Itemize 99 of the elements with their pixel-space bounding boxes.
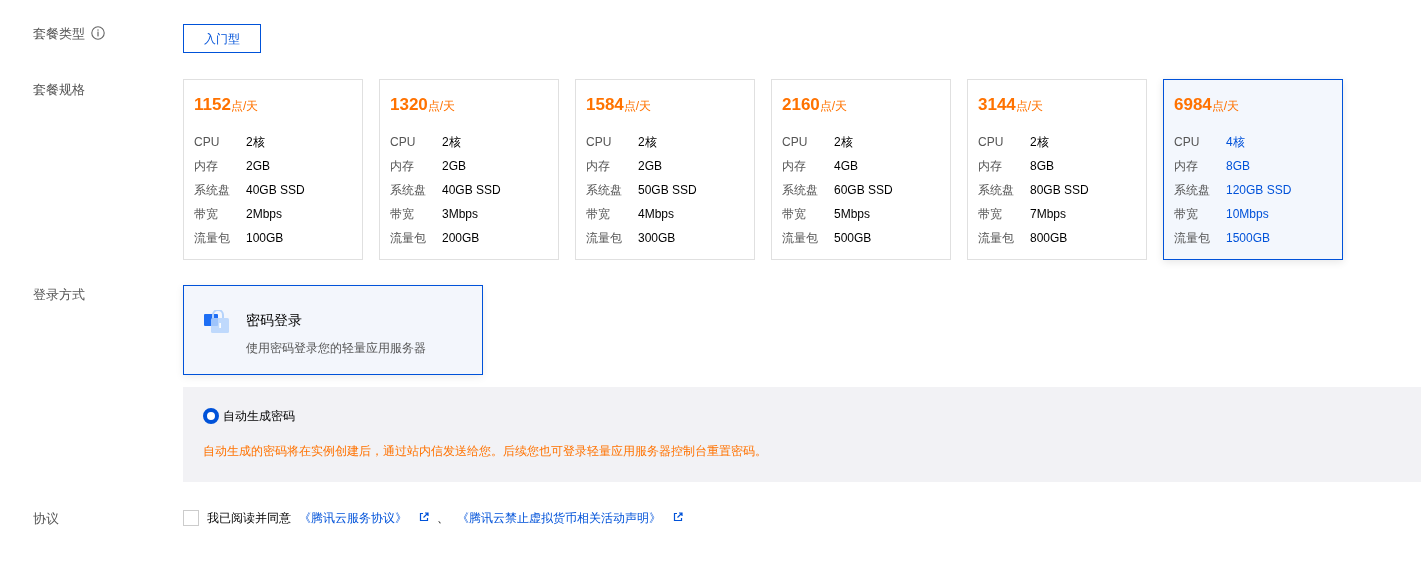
plan-card[interactable]: 2160点/天 CPU 2核 内存 4GB 系统盘 60GB SSD 带宽 5Mbps 流量包 500GB (771, 79, 951, 260)
spec-value: 50GB SSD (638, 182, 697, 199)
spec-value: 40GB SSD (246, 182, 305, 199)
spec-value: 40GB SSD (442, 182, 501, 199)
spec-name: 系统盘 (586, 182, 623, 199)
spec-name: 内存 (1174, 158, 1199, 175)
spec-name: CPU (194, 134, 221, 151)
field-label: 协议 (33, 510, 59, 528)
spec-name: 内存 (390, 158, 415, 175)
spec-value: 100GB (246, 230, 284, 247)
external-link-icon[interactable] (419, 512, 429, 522)
spec-name: 内存 (782, 158, 807, 175)
spec-name: 系统盘 (978, 182, 1015, 199)
spec-name: 流量包 (978, 230, 1015, 247)
password-hint: 自动生成的密码将在实例创建后，通过站内信发送给您。后续您也可登录轻量应用服务器控制台重置密码。 (203, 443, 768, 460)
radio-button[interactable] (203, 408, 219, 424)
spec-name: CPU (978, 134, 1005, 151)
plan-card[interactable]: 3144点/天 CPU 2核 内存 8GB 系统盘 80GB SSD 带宽 7Mbps 流量包 800GB (967, 79, 1147, 260)
spec-value: 4Mbps (638, 206, 675, 223)
plan-price: 1152 (194, 95, 231, 114)
spec-value: 8GB (1030, 158, 1054, 175)
spec-name: 带宽 (586, 206, 611, 223)
package-type-option[interactable]: 入门型 (183, 24, 261, 53)
spec-value: 2Mbps (246, 206, 283, 223)
spec-name: CPU (782, 134, 809, 151)
info-icon (91, 26, 105, 40)
spec-value: 120GB SSD (1226, 182, 1292, 199)
spec-name: 系统盘 (390, 182, 427, 199)
plan-price: 1320 (390, 95, 428, 114)
spec-name: 内存 (586, 158, 611, 175)
spec-value: 2核 (246, 134, 265, 151)
agreement-link[interactable]: 《腾讯云禁止虚拟货币相关活动声明》 (457, 509, 661, 527)
price-unit: 点/天 (1211, 99, 1240, 113)
spec-name: CPU (1174, 134, 1201, 151)
spec-value: 4核 (1226, 134, 1245, 151)
agreement-text: 我已阅读并同意 (207, 510, 291, 527)
spec-value: 800GB (1030, 230, 1068, 247)
spec-value: 2核 (442, 134, 461, 151)
spec-name: 流量包 (782, 230, 819, 247)
spec-value: 3Mbps (442, 206, 479, 223)
external-link-icon[interactable] (673, 512, 683, 522)
spec-name: CPU (390, 134, 417, 151)
spec-value: 4GB (834, 158, 858, 175)
spec-name: 流量包 (194, 230, 231, 247)
spec-name: 带宽 (978, 206, 1003, 223)
spec-name: 带宽 (194, 206, 219, 223)
spec-name: 带宽 (1174, 206, 1199, 223)
plan-price: 6984 (1174, 95, 1212, 114)
spec-name: 系统盘 (1174, 182, 1211, 199)
plan-card[interactable]: 6984点/天 CPU 4核 内存 8GB 系统盘 120GB SSD 带宽 10Mbps 流量包 1500GB (1163, 79, 1343, 260)
spec-value: 5Mbps (834, 206, 871, 223)
spec-value: 300GB (638, 230, 676, 247)
spec-name: 流量包 (390, 230, 427, 247)
field-label: 登录方式 (33, 286, 85, 304)
spec-value: 2核 (834, 134, 853, 151)
spec-value: 80GB SSD (1030, 182, 1089, 199)
lock-icon (204, 310, 230, 334)
field-label: 套餐类型 (33, 25, 85, 43)
spec-name: 内存 (194, 158, 219, 175)
spec-name: 流量包 (1174, 230, 1211, 247)
field-label: 套餐规格 (33, 81, 85, 99)
spec-value: 60GB SSD (834, 182, 893, 199)
spec-name: 系统盘 (782, 182, 819, 199)
spec-value: 200GB (442, 230, 480, 247)
spec-name: 带宽 (782, 206, 807, 223)
spec-name: 流量包 (586, 230, 623, 247)
spec-value: 500GB (834, 230, 872, 247)
plan-price: 2160 (782, 95, 820, 114)
price-unit: 点/天 (427, 99, 456, 113)
price-unit: 点/天 (1015, 99, 1044, 113)
price-unit: 点/天 (623, 99, 652, 113)
spec-value: 8GB (1226, 158, 1250, 175)
spec-value: 2GB (442, 158, 466, 175)
spec-value: 2核 (638, 134, 657, 151)
spec-value: 7Mbps (1030, 206, 1067, 223)
radio-label: 自动生成密码 (223, 408, 295, 425)
method-title: 密码登录 (246, 311, 303, 330)
price-unit: 点/天 (819, 99, 848, 113)
plan-card[interactable]: 1584点/天 CPU 2核 内存 2GB 系统盘 50GB SSD 带宽 4Mbps 流量包 300GB (575, 79, 755, 260)
separator: 、 (437, 510, 449, 527)
spec-value: 10Mbps (1226, 206, 1269, 223)
spec-value: 1500GB (1226, 230, 1271, 247)
spec-name: 系统盘 (194, 182, 231, 199)
spec-value: 2核 (1030, 134, 1049, 151)
spec-name: 内存 (978, 158, 1003, 175)
password-option[interactable]: 自动生成密码 (203, 407, 295, 425)
method-description: 使用密码登录您的轻量应用服务器 (246, 340, 426, 357)
plan-price: 1584 (586, 95, 624, 114)
login-method-card[interactable]: 密码登录 使用密码登录您的轻量应用服务器 (183, 285, 483, 375)
spec-value: 2GB (246, 158, 270, 175)
agreement-checkbox[interactable] (183, 510, 199, 526)
plan-price: 3144 (978, 95, 1016, 114)
plan-card[interactable]: 1320点/天 CPU 2核 内存 2GB 系统盘 40GB SSD 带宽 3Mbps 流量包 200GB (379, 79, 559, 260)
spec-name: CPU (586, 134, 613, 151)
plan-card[interactable]: 1152点/天 CPU 2核 内存 2GB 系统盘 40GB SSD 带宽 2Mbps 流量包 100GB (183, 79, 363, 260)
spec-value: 2GB (638, 158, 662, 175)
spec-name: 带宽 (390, 206, 415, 223)
agreement-link[interactable]: 《腾讯云服务协议》 (299, 509, 407, 527)
price-unit: 点/天 (230, 99, 259, 113)
